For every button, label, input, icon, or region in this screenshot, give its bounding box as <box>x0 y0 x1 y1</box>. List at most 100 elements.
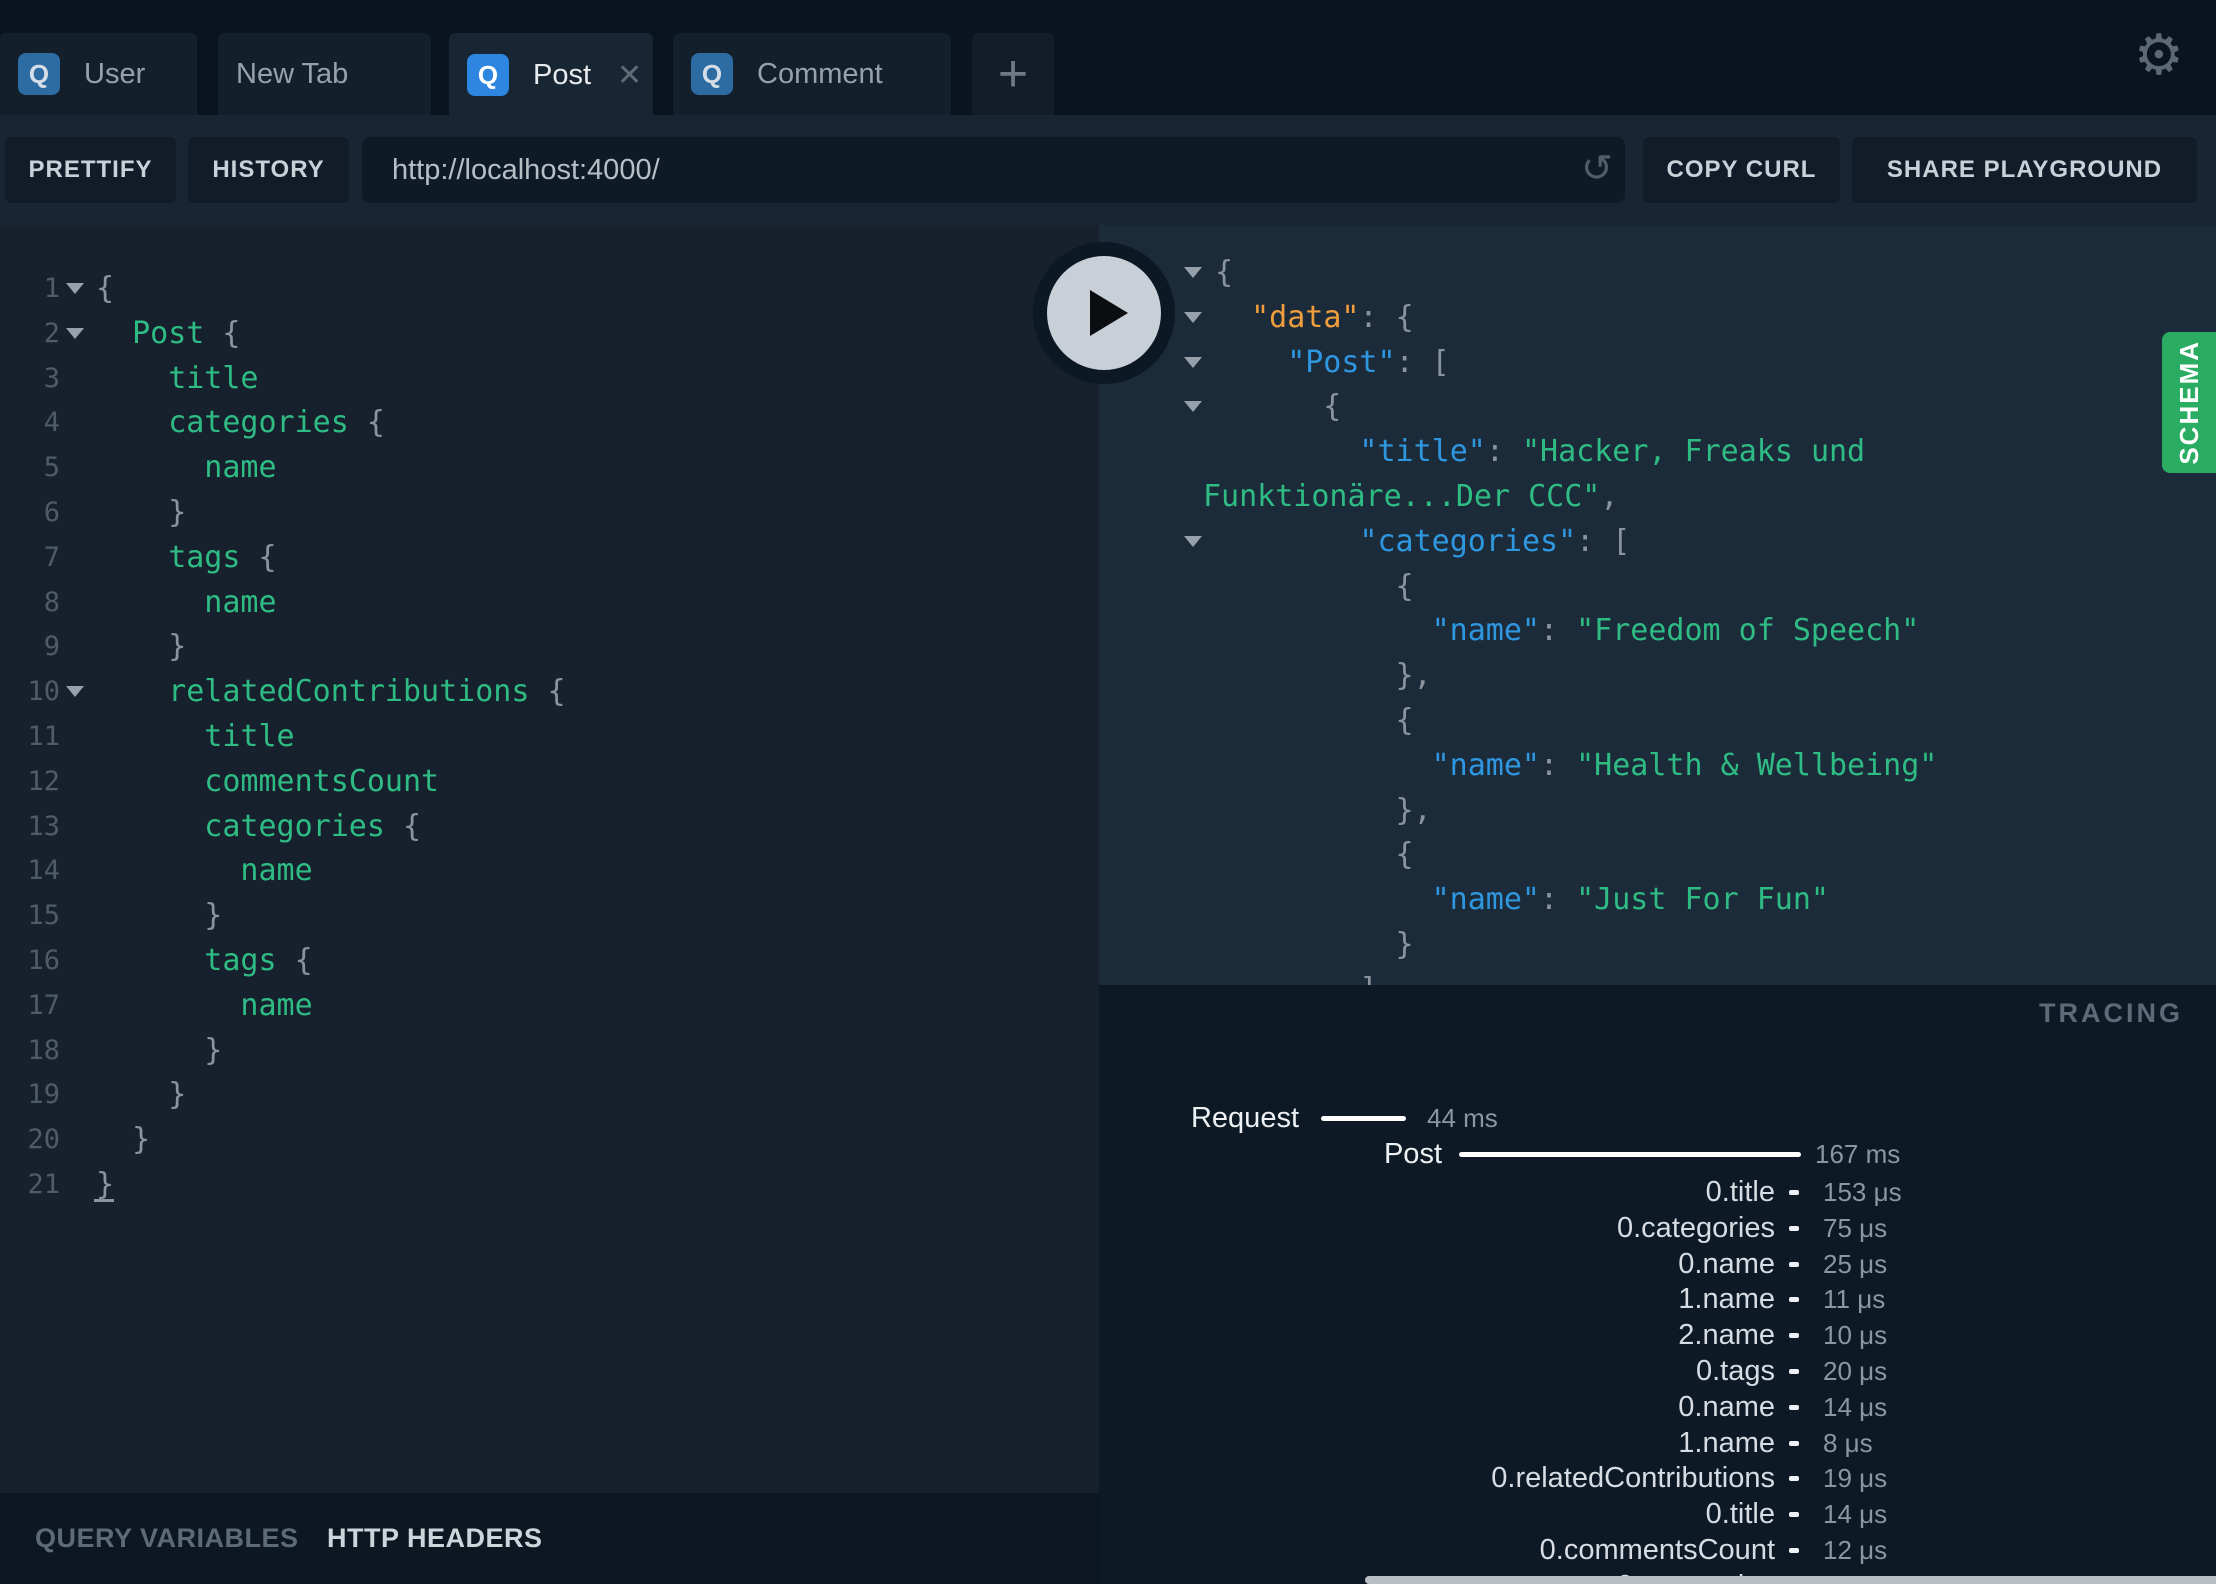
code-line: 9} <box>0 624 1099 669</box>
tracing-field-label: 0.title <box>1705 1176 1775 1208</box>
fold-arrow-icon[interactable] <box>1184 401 1202 413</box>
tab-post[interactable]: Q Post ✕ <box>449 33 653 117</box>
query-badge-icon: Q <box>691 53 733 95</box>
tracing-field-bar <box>1789 1297 1799 1303</box>
code-line: Funktionäre...Der CCC", <box>1099 474 2216 519</box>
tracing-field-bar <box>1789 1190 1799 1195</box>
tab-bar: Q User New Tab Q Post ✕ Q Comment + ⚙ <box>0 0 2216 117</box>
code-text: "Post": [ <box>1287 344 1450 380</box>
code-text: tags { <box>168 539 277 575</box>
endpoint-url-wrap: ↺ <box>362 137 1625 203</box>
code-text: relatedContributions { <box>168 674 566 710</box>
tab-label: User <box>84 57 146 90</box>
http-headers-tab[interactable]: HTTP HEADERS <box>321 1493 549 1584</box>
tracing-field-row: 0.title 14 μs <box>1099 1496 2216 1532</box>
code-text: name <box>240 987 313 1023</box>
code-line: "name": "Just For Fun" <box>1099 877 2216 922</box>
fold-arrow-icon[interactable] <box>1184 267 1202 278</box>
tracing-field-row: 0.name 25 μs <box>1099 1246 2216 1282</box>
code-text: } <box>168 495 187 530</box>
tracing-span-value: 167 ms <box>1815 1139 1901 1169</box>
code-line: 1{ <box>0 266 1099 311</box>
code-line: "name": "Health & Wellbeing" <box>1099 743 2216 788</box>
code-text: }, <box>1395 792 1432 828</box>
code-text: "title": "Hacker, Freaks und <box>1359 434 1866 470</box>
tab-user[interactable]: Q User <box>0 33 197 115</box>
copy-curl-button[interactable]: COPY CURL <box>1643 137 1840 203</box>
code-text: { <box>1395 703 1414 738</box>
query-badge-icon: Q <box>18 53 60 95</box>
code-line: "title": "Hacker, Freaks und <box>1099 429 2216 474</box>
code-line: 3 title <box>0 356 1099 401</box>
code-line: 18} <box>0 1028 1099 1073</box>
query-badge-icon: Q <box>467 54 509 96</box>
tracing-field-row: 0.tags 20 μs <box>1099 1353 2216 1389</box>
horizontal-scrollbar[interactable] <box>1365 1576 2216 1584</box>
schema-tab[interactable]: SCHEMA <box>2162 332 2216 473</box>
tracing-field-label: 0.categories <box>1617 1211 1775 1244</box>
code-line: 15} <box>0 893 1099 938</box>
tracing-field-label: 2.name <box>1678 1319 1775 1352</box>
line-number: 8 <box>43 586 60 618</box>
tracing-field-row: 0.categories 75 μs <box>1099 1210 2216 1246</box>
line-number: 11 <box>27 721 60 752</box>
tracing-span-bar <box>1321 1116 1406 1121</box>
code-text: tags { <box>204 943 313 978</box>
code-text: categories { <box>168 405 385 441</box>
close-tab-icon[interactable]: ✕ <box>617 58 642 93</box>
history-button[interactable]: HISTORY <box>188 137 349 203</box>
line-number: 14 <box>27 855 60 887</box>
tab-label: Comment <box>757 57 883 90</box>
execute-query-button[interactable] <box>1033 242 1175 384</box>
code-text: }, <box>1395 658 1432 694</box>
fold-arrow-icon[interactable] <box>1184 356 1202 368</box>
tracing-panel-title: TRACING <box>2039 998 2183 1028</box>
code-text: { <box>1395 568 1414 604</box>
code-line: }, <box>1099 788 2216 833</box>
fold-arrow-icon[interactable] <box>66 686 84 698</box>
tracing-field-value: 12 μs <box>1823 1535 1888 1565</box>
code-text: { <box>96 271 115 306</box>
code-line: 6} <box>0 490 1099 535</box>
tracing-field-label: 0.relatedContributions <box>1491 1462 1775 1495</box>
tracing-span-row: Post 167 ms <box>1099 1136 2216 1172</box>
tab-comment[interactable]: Q Comment <box>673 33 951 115</box>
tracing-field-bar <box>1789 1476 1799 1482</box>
tracing-field-row: 0.commentsCount 12 μs <box>1099 1532 2216 1568</box>
tracing-span-bar <box>1459 1152 1801 1157</box>
fold-arrow-icon[interactable] <box>66 283 84 294</box>
reload-schema-icon[interactable]: ↺ <box>1581 149 1613 187</box>
fold-arrow-icon[interactable] <box>1184 535 1202 547</box>
code-line: 14 name <box>0 848 1099 893</box>
code-text: commentsCount <box>204 763 440 799</box>
tab-new-tab[interactable]: New Tab <box>218 33 431 115</box>
code-line: 17 name <box>0 983 1099 1028</box>
code-line: { <box>1099 832 2216 877</box>
new-tab-button[interactable]: + <box>972 33 1054 115</box>
fold-arrow-icon[interactable] <box>66 327 84 339</box>
play-button-circle <box>1047 256 1161 370</box>
code-text: title <box>204 719 295 754</box>
tab-label: New Tab <box>236 57 349 90</box>
line-number: 5 <box>43 452 60 484</box>
code-text: categories { <box>204 808 422 844</box>
code-line: 13 categories { <box>0 804 1099 849</box>
code-text: title <box>168 360 259 396</box>
line-number: 3 <box>43 362 60 394</box>
code-line: 4 categories { <box>0 400 1099 445</box>
query-editor[interactable]: 1{2 Post {3 title 4 categories {5 name 6} 7 tags… <box>0 225 1099 1493</box>
prettify-button[interactable]: PRETTIFY <box>5 137 176 203</box>
tracing-field-value: 8 μs <box>1823 1427 1873 1458</box>
code-line: ] <box>1099 967 2216 985</box>
fold-arrow-icon[interactable] <box>1184 311 1202 323</box>
line-number: 12 <box>27 765 60 797</box>
share-playground-button[interactable]: SHARE PLAYGROUND <box>1852 137 2197 203</box>
code-text: } <box>204 1032 223 1068</box>
endpoint-url-input[interactable] <box>362 137 1625 203</box>
code-line: 16 tags { <box>0 938 1099 983</box>
code-text: name <box>204 584 277 620</box>
tracing-field-row: 1.name 11 μs <box>1099 1281 2216 1317</box>
code-text: "name": "Health & Wellbeing" <box>1431 747 1938 783</box>
query-variables-tab[interactable]: QUERY VARIABLES <box>29 1493 305 1584</box>
settings-gear-icon[interactable]: ⚙ <box>2134 28 2184 84</box>
